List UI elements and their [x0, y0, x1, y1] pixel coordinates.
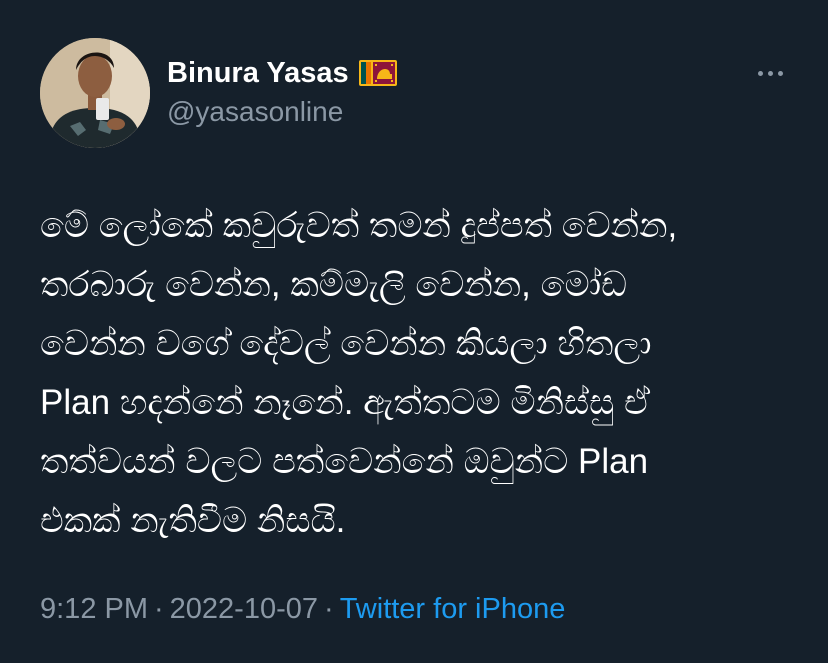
tweet-text-line: මේ ලෝකේ කවුරුවත් තමන් දුප්පත් වෙන්න,: [40, 206, 678, 245]
sri-lanka-flag-icon: [358, 60, 397, 86]
profile-photo-icon: [40, 38, 150, 148]
tweet-text-line: තරබාරු වෙන්න, කම්මැලි වෙන්න, මෝඩ: [40, 265, 628, 304]
tweet-text: මේ ලෝකේ කවුරුවත් තමන් දුප්පත් වෙන්න, තරබ…: [40, 196, 800, 550]
tweet-text-line: තත්වයන් වලට පත්වෙන්නේ ඔවුන්ට Plan: [40, 442, 649, 481]
tweet-date[interactable]: 2022-10-07: [170, 593, 318, 625]
more-horizontal-icon: [777, 70, 783, 76]
more-horizontal-icon: [757, 70, 763, 76]
avatar[interactable]: [40, 38, 150, 148]
tweet-meta: 9:12 PM · 2022-10-07 · Twitter for iPhone: [40, 593, 565, 626]
tweet-text-line: Plan හදන්නේ නෑනේ. ඇත්තටම මිනිස්සු ඒ: [40, 383, 651, 422]
tweet-text-line: වෙන්න වගේ දේවල් වෙන්න කියලා හිතලා: [40, 324, 652, 363]
author-handle[interactable]: @yasasonline: [167, 96, 343, 128]
display-name[interactable]: Binura Yasas: [167, 57, 349, 90]
author-name-row: Binura Yasas: [167, 55, 397, 91]
meta-separator: ·: [154, 593, 164, 625]
tweet-source-link[interactable]: Twitter for iPhone: [340, 593, 566, 625]
more-horizontal-icon: [767, 70, 773, 76]
more-options-button[interactable]: [748, 60, 792, 86]
tweet-time[interactable]: 9:12 PM: [40, 593, 148, 625]
tweet-detail: Binura Yasas @yasasonline මේ ලෝකේ කවුරුව…: [0, 0, 828, 663]
tweet-text-line: එකක් නැතිවීම නිසයි.: [40, 501, 346, 540]
meta-separator: ·: [324, 593, 334, 625]
